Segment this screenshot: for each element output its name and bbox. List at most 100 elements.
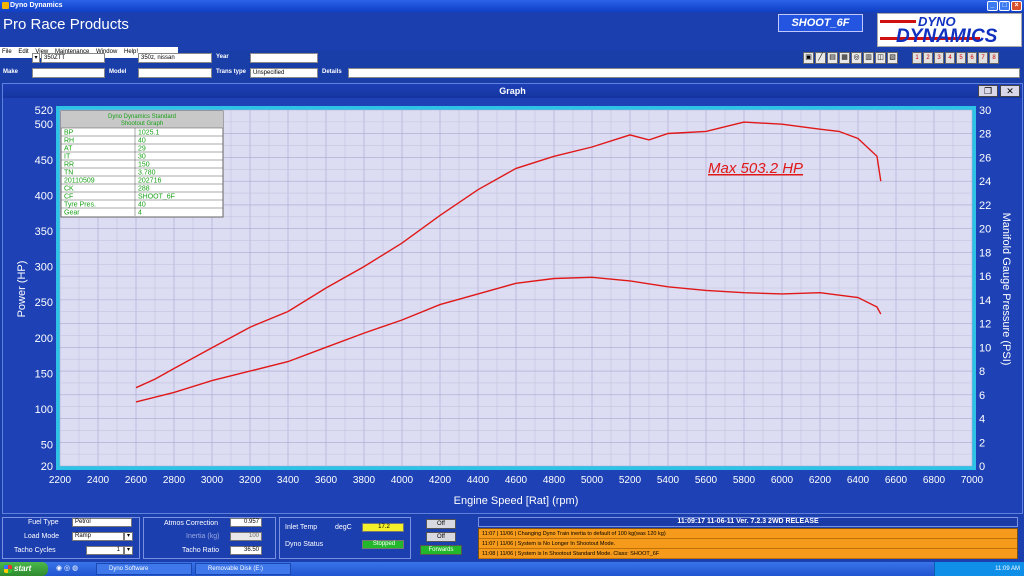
id-dropdown-icon[interactable]: ▾	[32, 53, 40, 63]
model-input[interactable]	[138, 68, 212, 78]
customer-label: Customer	[109, 54, 138, 60]
id-input[interactable]: 350ZTT	[41, 53, 105, 63]
x-tick-label: 2400	[87, 475, 110, 486]
details-input[interactable]	[348, 68, 1020, 78]
dyno-app: Dyno Dynamics _ □ × Pro Race Products SH…	[0, 0, 1024, 576]
load-mode-select[interactable]: Ramp	[72, 532, 124, 541]
window-titlebar: Dyno Dynamics _ □ ×	[0, 0, 1024, 12]
y2-tick-label: 28	[979, 129, 991, 141]
taskbar: start ◉ ◎ ◍ Dyno Software Removable Disk…	[0, 562, 1024, 576]
x-tick-label: 5400	[657, 475, 680, 486]
quicklaunch-icons[interactable]: ◉ ◎ ◍	[56, 564, 78, 572]
info-key: 20110509	[64, 178, 95, 185]
tacho-cycles-select[interactable]: 1	[86, 546, 124, 555]
id-label: ID	[3, 54, 9, 60]
details-label: Details	[322, 69, 342, 75]
atmos-correction-label: Atmos Correction	[164, 520, 219, 527]
y-tick-label: 400	[35, 190, 53, 202]
x-tick-label: 3600	[315, 475, 338, 486]
info-value: 202716	[138, 178, 161, 185]
y-tick-label: 350	[35, 226, 53, 238]
y2-tick-label: 8	[979, 366, 985, 378]
x-tick-label: 6000	[771, 475, 794, 486]
y2-tick-label: 24	[979, 176, 991, 188]
off-button-1[interactable]: Off	[426, 519, 456, 529]
inlet-temp-label: Inlet Temp	[285, 524, 318, 531]
task-dyno-software[interactable]: Dyno Software	[96, 563, 192, 575]
y2-axis-label: Manifold Gauge Pressure (PSI)	[1000, 213, 1012, 366]
y2-tick-label: 20	[979, 224, 991, 236]
dyno-dynamics-logo: DYNO DYNAMICS	[877, 13, 1022, 47]
info-key: TN	[64, 170, 73, 177]
x-tick-label: 5000	[581, 475, 604, 486]
window-title: Dyno Dynamics	[10, 2, 63, 9]
fuel-type-field[interactable]: Petrol	[72, 518, 132, 527]
x-tick-label: 4600	[505, 475, 528, 486]
close-icon[interactable]: ✕	[1000, 85, 1020, 97]
x-tick-label: 4000	[391, 475, 414, 486]
x-tick-label: 3800	[353, 475, 376, 486]
dyno-status-label: Dyno Status	[285, 541, 324, 548]
graph-window-title: Graph	[3, 84, 1022, 98]
info-value: 3.780	[138, 170, 156, 177]
y2-tick-label: 16	[979, 271, 991, 283]
task-removable-disk[interactable]: Removable Disk (E:)	[195, 563, 291, 575]
y2-tick-label: 26	[979, 152, 991, 164]
y-tick-label: 50	[41, 440, 53, 452]
dyno-status-indicator: Stopped	[362, 540, 404, 549]
y-tick-label: 300	[35, 262, 53, 274]
x-tick-label: 7000	[961, 475, 984, 486]
maximize-button[interactable]: □	[999, 1, 1010, 11]
info-value: 1025.1	[138, 130, 160, 137]
make-label: Make	[3, 69, 19, 75]
inlet-temp-unit: degC	[335, 524, 352, 531]
info-value: 288	[138, 186, 150, 193]
inertia-field[interactable]: 100	[230, 532, 262, 541]
info-key: AT	[64, 146, 73, 153]
close-button[interactable]: ×	[1011, 1, 1022, 11]
status-header: 11:09:17 11-06-11 Ver. 7.2.3 2WD RELEASE	[478, 517, 1018, 527]
tacho-cycles-dropdown-icon[interactable]: ▾	[124, 546, 133, 555]
tacho-ratio-field[interactable]: 36.50	[230, 546, 262, 555]
x-tick-label: 2800	[163, 475, 186, 486]
year-input[interactable]	[250, 53, 318, 63]
x-tick-label: 6200	[809, 475, 832, 486]
y-tick-label: 520	[35, 105, 53, 117]
x-tick-label: 4200	[429, 475, 452, 486]
y2-tick-label: 12	[979, 319, 991, 331]
atmos-correction-field[interactable]: 0.957	[230, 518, 262, 527]
customer-input[interactable]: 350z, nissan	[138, 53, 212, 63]
start-button[interactable]: start	[0, 562, 48, 576]
y2-tick-label: 0	[979, 461, 985, 473]
load-mode-dropdown-icon[interactable]: ▾	[124, 532, 133, 541]
info-value: 150	[138, 162, 150, 169]
y-tick-label: 250	[35, 297, 53, 309]
status-log: 11:07 | 11/06 | Changing Dyno Train iner…	[478, 528, 1018, 559]
model-label: Model	[109, 69, 127, 75]
tacho-cycles-label: Tacho Cycles	[14, 547, 56, 554]
restore-icon[interactable]: ❐	[978, 85, 998, 97]
info-key: CK	[64, 186, 74, 193]
minimize-button[interactable]: _	[987, 1, 998, 11]
trans-label: Trans type	[216, 69, 247, 75]
x-tick-label: 6400	[847, 475, 870, 486]
y2-tick-label: 10	[979, 342, 991, 354]
x-tick-label: 5200	[619, 475, 642, 486]
info-key: Gear	[64, 210, 80, 217]
fuel-type-label: Fuel Type	[28, 519, 59, 526]
info-key: Tyre Pres.	[64, 202, 96, 209]
x-tick-label: 5600	[695, 475, 718, 486]
load-mode-label: Load Mode	[24, 533, 60, 540]
y2-tick-label: 30	[979, 105, 991, 117]
info-key: CF	[64, 194, 73, 201]
trans-input[interactable]: Unspecified	[250, 68, 318, 78]
make-input[interactable]	[32, 68, 105, 78]
vehicle-form: ID ▾ 350ZTT Customer 350z, nissan Year M…	[0, 51, 1024, 81]
y2-tick-label: 4	[979, 414, 985, 426]
tacho-ratio-label: Tacho Ratio	[182, 547, 219, 554]
x-tick-label: 6600	[885, 475, 908, 486]
forwards-button[interactable]: Forwards	[420, 545, 462, 555]
x-tick-label: 2600	[125, 475, 148, 486]
x-tick-label: 3000	[201, 475, 224, 486]
off-button-2[interactable]: Off	[426, 532, 456, 542]
